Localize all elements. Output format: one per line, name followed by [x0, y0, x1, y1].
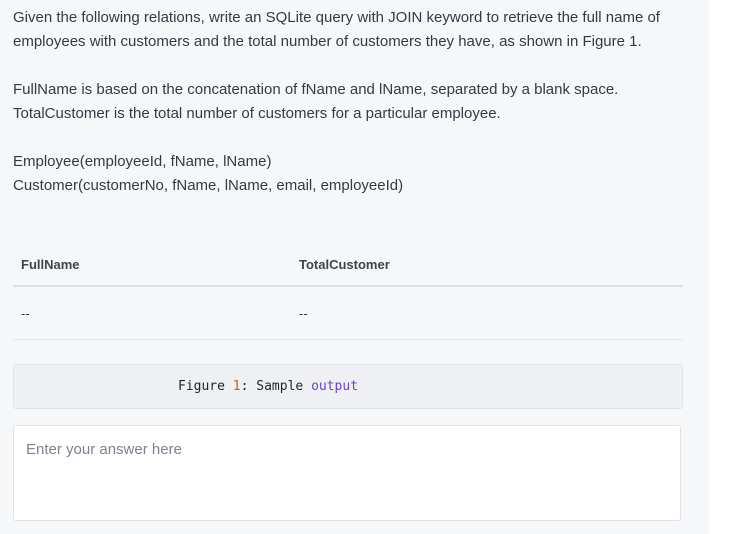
table-row: -- -- [13, 286, 683, 340]
figure-keyword: output [311, 379, 359, 394]
figure-number: 1 [232, 379, 241, 394]
figure-caption: Figure 1: Sample output [178, 365, 358, 408]
header-fullname: FullName [13, 243, 291, 287]
cell-fullname: -- [13, 286, 291, 340]
answer-box [13, 425, 681, 521]
cell-totalcustomer: -- [291, 286, 683, 340]
question-intro: Given the following relations, write an … [13, 9, 660, 50]
table-header-row: FullName TotalCustomer [13, 243, 683, 287]
answer-input[interactable] [14, 426, 680, 520]
figure-label: Figure [178, 379, 225, 394]
figure-caption-box: Figure 1: Sample output [13, 364, 683, 409]
relation-customer: Customer(customerNo, fName, lName, email… [13, 177, 404, 194]
question-body: Given the following relations, write an … [13, 6, 683, 198]
fullname-definition: FullName is based on the concatenation o… [13, 81, 619, 98]
header-totalcustomer: TotalCustomer [291, 243, 683, 287]
relation-employee: Employee(employeeId, fName, lName) [13, 153, 272, 170]
figure-separator: : Sample [240, 379, 312, 394]
sample-output-table: FullName TotalCustomer -- -- [13, 243, 683, 340]
totalcustomer-definition: TotalCustomer is the total number of cus… [13, 105, 501, 122]
scroll-gutter [709, 0, 743, 534]
